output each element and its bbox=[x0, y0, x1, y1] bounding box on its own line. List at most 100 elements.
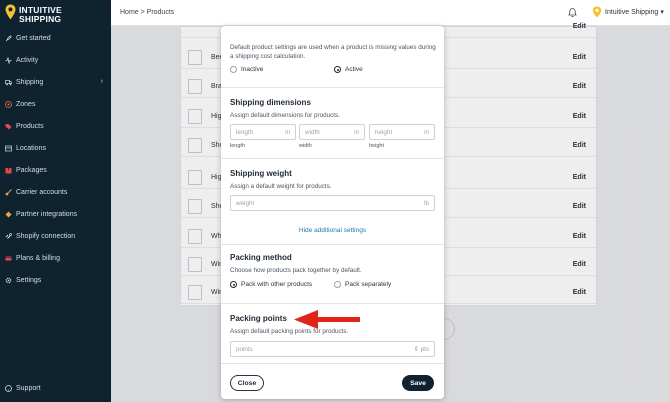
sidebar-item-get-started[interactable]: Get started bbox=[0, 27, 111, 49]
length-input[interactable]: length in bbox=[230, 124, 296, 140]
width-label: width bbox=[299, 143, 312, 149]
weight-input[interactable]: weight lb bbox=[230, 195, 435, 211]
length-placeholder: length bbox=[236, 129, 254, 136]
brand-logo[interactable]: INTUITIVE SHIPPING bbox=[5, 3, 105, 25]
weight-unit: lb bbox=[424, 200, 429, 207]
sidebar-item-label: Activity bbox=[16, 56, 39, 64]
length-label: length bbox=[230, 143, 245, 149]
points-unit-wrapper: ⇕ pts bbox=[414, 346, 429, 353]
breadcrumb[interactable]: Home > Products bbox=[120, 9, 174, 16]
truck-icon bbox=[5, 79, 12, 86]
sidebar-item-partner-integrations[interactable]: Partner integrations bbox=[0, 203, 111, 225]
annotation-arrow-icon bbox=[294, 310, 360, 329]
zones-icon bbox=[5, 100, 12, 108]
pack-with-others-label: Pack with other products bbox=[241, 281, 313, 288]
sidebar-item-label: Packages bbox=[16, 166, 47, 174]
tag-icon bbox=[5, 123, 12, 130]
section-divider bbox=[221, 244, 444, 245]
default-product-settings-modal: Default product settings are used when a… bbox=[221, 26, 444, 399]
support-link[interactable]: Support bbox=[5, 385, 41, 392]
radio-selected-icon bbox=[334, 66, 341, 73]
help-circle-icon bbox=[5, 385, 12, 392]
status-inactive-label: Inactive bbox=[241, 66, 264, 73]
logo-pin-icon bbox=[5, 4, 16, 20]
rocket-icon bbox=[5, 35, 12, 42]
status-active-radio[interactable]: Active bbox=[334, 66, 363, 73]
points-unit: pts bbox=[420, 346, 429, 353]
packing-points-heading: Packing points bbox=[230, 314, 287, 323]
close-button[interactable]: Close bbox=[230, 375, 264, 391]
sidebar-item-label: Shipping bbox=[16, 78, 44, 86]
shipping-dimensions-heading: Shipping dimensions bbox=[230, 98, 311, 107]
height-label: height bbox=[369, 143, 384, 149]
packing-method-heading: Packing method bbox=[230, 253, 292, 262]
sidebar-item-label: Plans & billing bbox=[16, 254, 60, 262]
height-unit: in bbox=[424, 129, 429, 136]
sidebar-item-locations[interactable]: Locations bbox=[0, 137, 111, 159]
sidebar-item-zones[interactable]: Zones bbox=[0, 93, 111, 115]
weight-placeholder: weight bbox=[236, 200, 255, 207]
sidebar-item-label: Get started bbox=[16, 34, 51, 42]
width-input[interactable]: width in bbox=[299, 124, 365, 140]
package-icon bbox=[5, 167, 12, 174]
pack-with-others-radio[interactable]: Pack with other products bbox=[230, 281, 312, 288]
packing-points-input[interactable]: points ⇕ pts bbox=[230, 341, 435, 357]
shipping-dimensions-desc: Assign default dimensions for products. bbox=[230, 112, 340, 119]
width-unit: in bbox=[354, 129, 359, 136]
status-active-label: Active bbox=[345, 66, 363, 73]
intro-text-line-1: Default product settings are used when a… bbox=[230, 44, 436, 51]
radio-unselected-icon bbox=[334, 281, 341, 288]
shipping-weight-heading: Shipping weight bbox=[230, 169, 292, 178]
sidebar: INTUITIVE SHIPPING Get started Activity … bbox=[0, 0, 111, 402]
sidebar-item-label: Products bbox=[16, 122, 44, 130]
status-inactive-radio[interactable]: Inactive bbox=[230, 66, 263, 73]
key-icon bbox=[5, 188, 12, 196]
sidebar-item-label: Shopify connection bbox=[16, 232, 76, 240]
shipping-weight-desc: Assign a default weight for products. bbox=[230, 183, 332, 190]
sidebar-nav: Get started Activity Shipping › Zones Pr… bbox=[0, 27, 111, 291]
section-divider bbox=[221, 158, 444, 159]
sidebar-item-products[interactable]: Products bbox=[0, 115, 111, 137]
sidebar-item-label: Carrier accounts bbox=[16, 188, 68, 196]
length-unit: in bbox=[285, 129, 290, 136]
hide-additional-settings-link[interactable]: Hide additional settings bbox=[221, 227, 444, 234]
sidebar-item-settings[interactable]: Settings bbox=[0, 269, 111, 291]
pack-separately-radio[interactable]: Pack separately bbox=[334, 281, 391, 288]
sidebar-item-shopify-connection[interactable]: Shopify connection bbox=[0, 225, 111, 247]
support-label: Support bbox=[16, 385, 41, 392]
points-placeholder: points bbox=[236, 346, 253, 353]
puzzle-icon bbox=[5, 211, 12, 218]
map-pin-icon bbox=[5, 145, 12, 152]
sidebar-item-label: Zones bbox=[16, 100, 36, 108]
chevron-right-icon: › bbox=[100, 78, 103, 85]
sidebar-item-label: Locations bbox=[16, 144, 46, 152]
intro-text-line-2: a shipping cost calculation. bbox=[230, 53, 306, 60]
chevron-down-icon: ▾ bbox=[660, 9, 664, 16]
account-name: Intuitive Shipping bbox=[605, 8, 659, 16]
gear-icon bbox=[5, 277, 12, 284]
account-menu[interactable]: Intuitive Shipping ▾ bbox=[592, 6, 664, 18]
sidebar-item-activity[interactable]: Activity bbox=[0, 49, 111, 71]
section-divider bbox=[221, 363, 444, 364]
sidebar-item-label: Partner integrations bbox=[16, 210, 78, 218]
height-input[interactable]: height in bbox=[369, 124, 435, 140]
save-button[interactable]: Save bbox=[402, 375, 434, 391]
stepper-icon[interactable]: ⇕ bbox=[414, 346, 421, 353]
sidebar-item-packages[interactable]: Packages bbox=[0, 159, 111, 181]
billing-icon bbox=[5, 255, 12, 262]
radio-selected-icon bbox=[230, 281, 237, 288]
sidebar-item-plans-billing[interactable]: Plans & billing bbox=[0, 247, 111, 269]
sidebar-item-carrier-accounts[interactable]: Carrier accounts bbox=[0, 181, 111, 203]
packing-method-desc: Choose how products pack together by def… bbox=[230, 267, 362, 274]
link-icon bbox=[5, 232, 12, 240]
width-placeholder: width bbox=[305, 129, 320, 136]
height-placeholder: height bbox=[375, 129, 393, 136]
pack-separately-label: Pack separately bbox=[345, 281, 392, 288]
section-divider bbox=[221, 303, 444, 304]
sidebar-item-shipping[interactable]: Shipping › bbox=[0, 71, 111, 93]
radio-unselected-icon bbox=[230, 66, 237, 73]
activity-icon bbox=[5, 56, 12, 64]
sidebar-item-label: Settings bbox=[16, 276, 42, 284]
brand-line-2: SHIPPING bbox=[19, 14, 62, 24]
section-divider bbox=[221, 87, 444, 88]
